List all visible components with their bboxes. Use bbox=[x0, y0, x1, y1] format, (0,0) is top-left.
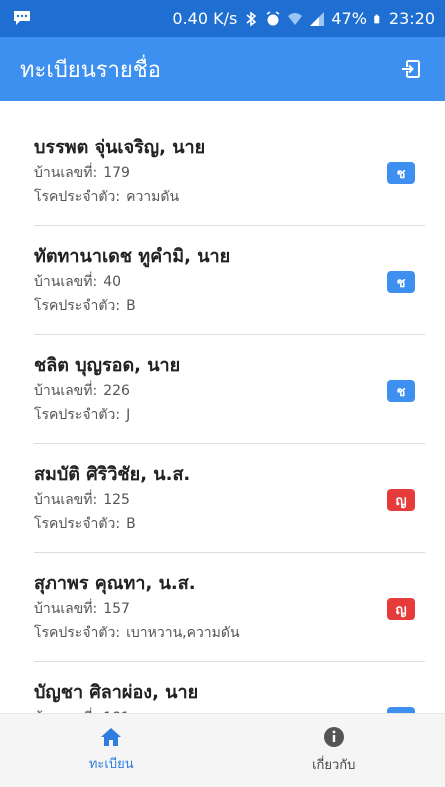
house-no-value: 226 bbox=[103, 383, 130, 399]
resident-name: ชลิต บุญรอด, นาย bbox=[34, 355, 181, 376]
disease-label: โรคประจำตัว: bbox=[34, 625, 121, 641]
disease-label: โรคประจำตัว: bbox=[34, 189, 121, 205]
house-no-value: 125 bbox=[103, 492, 130, 508]
house-no-value: 157 bbox=[103, 601, 130, 617]
disease-label: โรคประจำตัว: bbox=[34, 407, 121, 423]
tab-about-label: เกี่ยวกับ bbox=[312, 758, 356, 773]
home-icon bbox=[101, 728, 122, 746]
resident-list: บรรพต จุ่นเจริญ, นายบ้านเลขที่: 179 โรคประ… bbox=[0, 101, 445, 713]
disease-row: โรคประจำตัว: J bbox=[34, 403, 425, 427]
alarm-icon bbox=[266, 10, 280, 25]
gender-badge: ช bbox=[387, 380, 415, 402]
disease-row: โรคประจำตัว: B bbox=[34, 294, 425, 318]
disease-value: B bbox=[126, 298, 136, 314]
resident-name: บัญชา ศิลาผ่อง, นาย bbox=[34, 682, 199, 703]
house-no-label: บ้านเลขที่: bbox=[34, 274, 98, 290]
battery-percent: 47% bbox=[331, 9, 367, 28]
house-no-value: 40 bbox=[103, 274, 122, 290]
house-no-row: บ้านเลขที่:181 bbox=[34, 706, 425, 713]
page-title: ทะเบียนรายชื่อ bbox=[20, 57, 161, 83]
house-no-row: บ้านเลขที่: 179 bbox=[34, 161, 425, 185]
gender-badge: ญ bbox=[387, 598, 415, 620]
gender-badge: ญ bbox=[387, 489, 415, 511]
house-no-row: บ้านเลขที่: 157 bbox=[34, 597, 425, 621]
list-item[interactable]: ทัตทานาเดช ทูคำมิ, นายบ้านเลขที่: 40 โรคปร… bbox=[34, 226, 425, 335]
wifi-icon bbox=[288, 12, 303, 25]
status-bar: 0.40 K/s 47% 23:20 bbox=[0, 0, 445, 37]
info-icon bbox=[323, 727, 344, 747]
gender-badge: ช bbox=[387, 271, 415, 293]
list-item[interactable]: บัญชา ศิลาผ่อง, นายบ้านเลขที่:181โรคประจ… bbox=[34, 662, 425, 713]
disease-row: โรคประจำตัว: ความดัน bbox=[34, 185, 425, 209]
disease-label: โรคประจำตัว: bbox=[34, 298, 121, 314]
logout-button[interactable] bbox=[397, 55, 425, 83]
bottom-nav: ทะเบียน เกี่ยวกับ bbox=[0, 713, 445, 787]
house-no-label: บ้านเลขที่: bbox=[34, 601, 98, 617]
tab-register[interactable]: ทะเบียน bbox=[0, 714, 223, 787]
network-speed: 0.40 K/s bbox=[172, 9, 238, 28]
house-no-row: บ้านเลขที่: 226 bbox=[34, 379, 425, 403]
house-no-row: บ้านเลขที่: 125 bbox=[34, 488, 425, 512]
disease-row: โรคประจำตัว: B bbox=[34, 512, 425, 536]
house-no-value: 179 bbox=[103, 165, 130, 181]
gender-badge: ช bbox=[387, 162, 415, 184]
disease-value: B bbox=[126, 516, 136, 532]
house-no-label: บ้านเลขที่: bbox=[34, 165, 98, 181]
house-no-row: บ้านเลขที่: 40 bbox=[34, 270, 425, 294]
list-item[interactable]: บรรพต จุ่นเจริญ, นายบ้านเลขที่: 179 โรคประ… bbox=[34, 117, 425, 226]
disease-value: เบาหวาน,ความดัน bbox=[126, 625, 240, 641]
app-bar: ทะเบียนรายชื่อ bbox=[0, 37, 445, 101]
disease-value: ความดัน bbox=[126, 189, 180, 205]
disease-value: J bbox=[126, 407, 131, 423]
list-item[interactable]: สมบัติ ศิริวิชัย, น.ส. บ้านเลขที่: 125 โรคป… bbox=[34, 444, 425, 553]
tab-about[interactable]: เกี่ยวกับ bbox=[223, 714, 445, 787]
resident-name: ทัตทานาเดช ทูคำมิ, นาย bbox=[34, 246, 231, 267]
chat-notification-icon bbox=[14, 11, 30, 25]
house-no-label: บ้านเลขที่: bbox=[34, 383, 98, 399]
signal-icon bbox=[310, 11, 325, 26]
list-item[interactable]: สุภาพร คุณทา, น.ส. บ้านเลขที่: 157 โรคประจำ… bbox=[34, 553, 425, 662]
resident-name: สุภาพร คุณทา, น.ส. bbox=[34, 573, 196, 594]
disease-row: โรคประจำตัว: เบาหวาน,ความดัน bbox=[34, 621, 425, 645]
battery-icon bbox=[374, 14, 380, 23]
house-no-label: บ้านเลขที่: bbox=[34, 492, 98, 508]
logout-icon bbox=[402, 60, 420, 78]
bluetooth-icon bbox=[246, 10, 257, 27]
resident-name: สมบัติ ศิริวิชัย, น.ส. bbox=[34, 464, 191, 485]
resident-name: บรรพต จุ่นเจริญ, นาย bbox=[34, 137, 206, 158]
tab-register-label: ทะเบียน bbox=[88, 757, 134, 772]
clock: 23:20 bbox=[388, 9, 435, 28]
list-item[interactable]: ชลิต บุญรอด, นายบ้านเลขที่: 226 โรคประจำตั… bbox=[34, 335, 425, 444]
disease-label: โรคประจำตัว: bbox=[34, 516, 121, 532]
